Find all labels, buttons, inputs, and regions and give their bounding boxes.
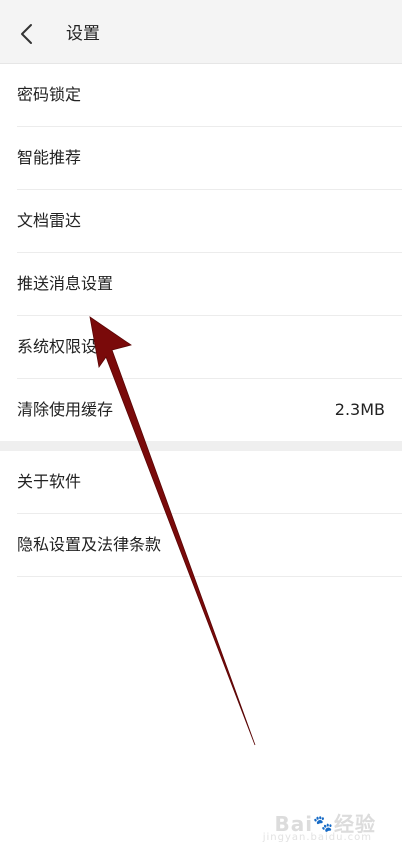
settings-item-label: 系统权限设置 (17, 337, 114, 356)
settings-group-about: 关于软件 隐私设置及法律条款 (0, 451, 402, 577)
watermark-url: jingyan.baidu.com (262, 832, 372, 843)
settings-item-label: 隐私设置及法律条款 (17, 535, 162, 554)
settings-item-about[interactable]: 关于软件 (0, 451, 402, 514)
chevron-left-icon (21, 24, 32, 44)
settings-item-push-settings[interactable]: 推送消息设置 (0, 253, 402, 316)
settings-item-label: 密码锁定 (17, 85, 82, 104)
settings-item-label: 清除使用缓存 (17, 400, 114, 419)
settings-item-clear-cache[interactable]: 清除使用缓存 2.3MB (0, 379, 402, 442)
settings-group-main: 密码锁定 智能推荐 文档雷达 推送消息设置 系统权限设置 清除使用缓存 2.3M… (0, 64, 402, 442)
paw-icon: 🐾 (313, 814, 334, 833)
settings-item-password-lock[interactable]: 密码锁定 (0, 64, 402, 127)
settings-item-smart-recommend[interactable]: 智能推荐 (0, 127, 402, 190)
settings-item-system-permissions[interactable]: 系统权限设置 (0, 316, 402, 379)
watermark: Bai🐾经验 jingyan.baidu.com (263, 808, 376, 843)
section-gap (0, 441, 402, 451)
header-bar: 设置 (0, 0, 402, 64)
cache-size-value: 2.3MB (334, 400, 385, 419)
page-title: 设置 (66, 24, 100, 44)
settings-item-label: 文档雷达 (17, 211, 82, 230)
settings-item-doc-radar[interactable]: 文档雷达 (0, 190, 402, 253)
settings-item-label: 关于软件 (17, 472, 82, 491)
settings-item-privacy-legal[interactable]: 隐私设置及法律条款 (0, 514, 402, 577)
divider (17, 576, 402, 577)
back-button[interactable] (10, 18, 42, 50)
settings-item-label: 推送消息设置 (17, 274, 114, 293)
settings-item-label: 智能推荐 (17, 148, 82, 167)
settings-screen: 设置 密码锁定 智能推荐 文档雷达 推送消息设置 系统权限设置 清除使用缓存 2… (0, 0, 402, 855)
